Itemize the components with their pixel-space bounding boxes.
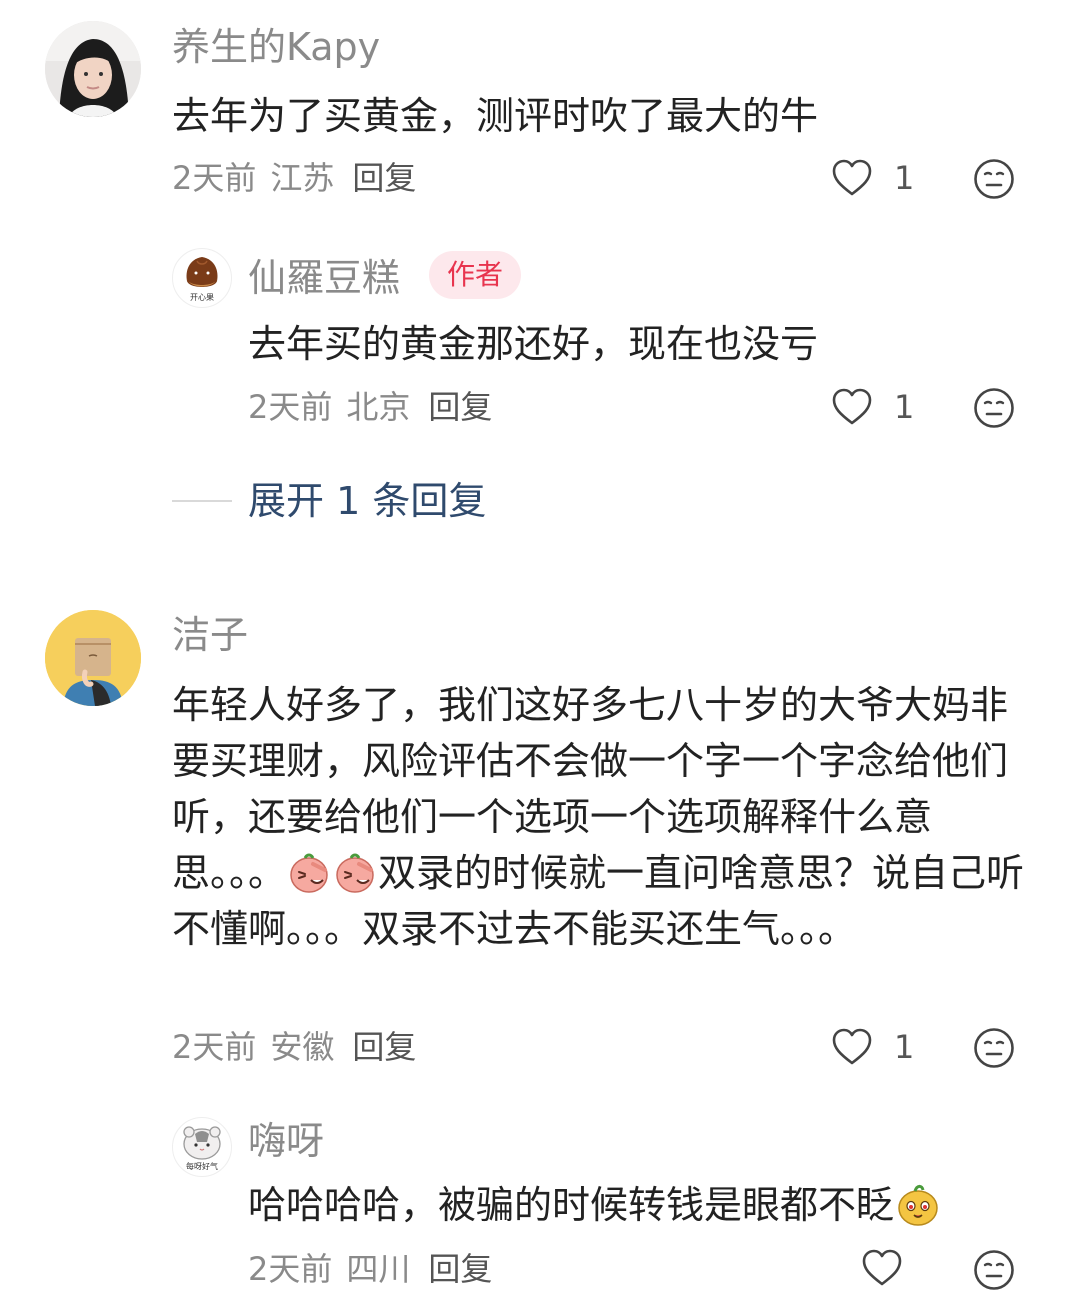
dislike-button[interactable] xyxy=(973,387,1015,433)
comment-text: 去年为了买黄金，测评时吹了最大的牛 xyxy=(172,94,819,138)
dislike-button[interactable] xyxy=(973,158,1015,204)
reply-button[interactable]: 回复 xyxy=(352,159,416,197)
reply-text-body: 哈哈哈哈，被骗的时候转钱是眼都不眨 xyxy=(248,1183,895,1227)
user-avatar[interactable] xyxy=(45,21,141,117)
heart-icon xyxy=(832,388,872,425)
expand-divider xyxy=(172,500,232,502)
comment-time: 2天前 xyxy=(172,1028,257,1066)
like-button[interactable]: 1 xyxy=(832,1027,914,1067)
like-count: 1 xyxy=(894,388,915,426)
reply-author-name[interactable]: 嗨呀 xyxy=(248,1119,324,1163)
avatar-caption: 开心果 xyxy=(190,293,214,302)
girl-with-bag-avatar-icon xyxy=(45,610,141,706)
dislike-button[interactable] xyxy=(973,1027,1015,1073)
like-button[interactable]: 1 xyxy=(832,158,914,198)
reply-author-name[interactable]: 仙羅豆糕 xyxy=(248,256,400,300)
reply-button[interactable]: 回复 xyxy=(428,388,492,426)
reply-text: 去年买的黄金那还好，现在也没亏 xyxy=(248,322,819,366)
like-count: 1 xyxy=(894,159,915,197)
comment-meta: 2天前 江苏 回复 xyxy=(172,158,430,198)
comment-time: 2天前 xyxy=(172,159,257,197)
meh-face-icon xyxy=(974,159,1014,199)
facepalm-emoji-icon xyxy=(290,853,328,893)
reply-meta: 2天前 四川 回复 xyxy=(248,1249,506,1289)
reply-button[interactable]: 回复 xyxy=(428,1250,492,1288)
woman-photo-avatar-icon xyxy=(45,21,141,117)
like-count: 1 xyxy=(894,1028,915,1066)
heart-icon xyxy=(832,1028,872,1065)
reply-location: 四川 xyxy=(346,1250,411,1288)
facepalm-emoji-icon xyxy=(336,853,374,893)
reply-text: 哈哈哈哈，被骗的时候转钱是眼都不眨 xyxy=(248,1177,1048,1233)
comment-location: 安徽 xyxy=(270,1028,335,1066)
author-badge: 作者 xyxy=(429,251,522,299)
heart-icon xyxy=(862,1249,902,1286)
comment-meta: 2天前 安徽 回复 xyxy=(172,1027,430,1067)
like-button[interactable]: 1 xyxy=(832,387,914,427)
reply-time: 2天前 xyxy=(248,1250,333,1288)
reply-button[interactable]: 回复 xyxy=(352,1028,416,1066)
comment-author-name[interactable]: 洁子 xyxy=(172,613,248,657)
comment-author-name[interactable]: 养生的Kapy xyxy=(172,25,380,69)
reply-avatar[interactable]: 每呀好气 xyxy=(172,1117,232,1177)
comment-text: 年轻人好多了，我们这好多七八十岁的大爷大妈非要买理财，风险评估不会做一个字一个字… xyxy=(172,677,1032,957)
reply-avatar[interactable]: 开心果 xyxy=(172,248,232,308)
meh-face-icon xyxy=(974,1028,1014,1068)
user-avatar[interactable] xyxy=(45,610,141,706)
dislike-button[interactable] xyxy=(973,1249,1015,1295)
like-button[interactable] xyxy=(862,1249,902,1287)
reply-time: 2天前 xyxy=(248,388,333,426)
expand-replies-button[interactable]: 展开 1 条回复 xyxy=(248,477,486,525)
cute-orange-emoji-icon xyxy=(898,1184,938,1226)
avatar-caption: 每呀好气 xyxy=(186,1162,218,1171)
reply-meta: 2天前 北京 回复 xyxy=(248,387,506,427)
meh-face-icon xyxy=(974,1250,1014,1290)
heart-icon xyxy=(832,159,872,196)
meh-face-icon xyxy=(974,388,1014,428)
comment-location: 江苏 xyxy=(270,159,335,197)
reply-location: 北京 xyxy=(346,388,411,426)
